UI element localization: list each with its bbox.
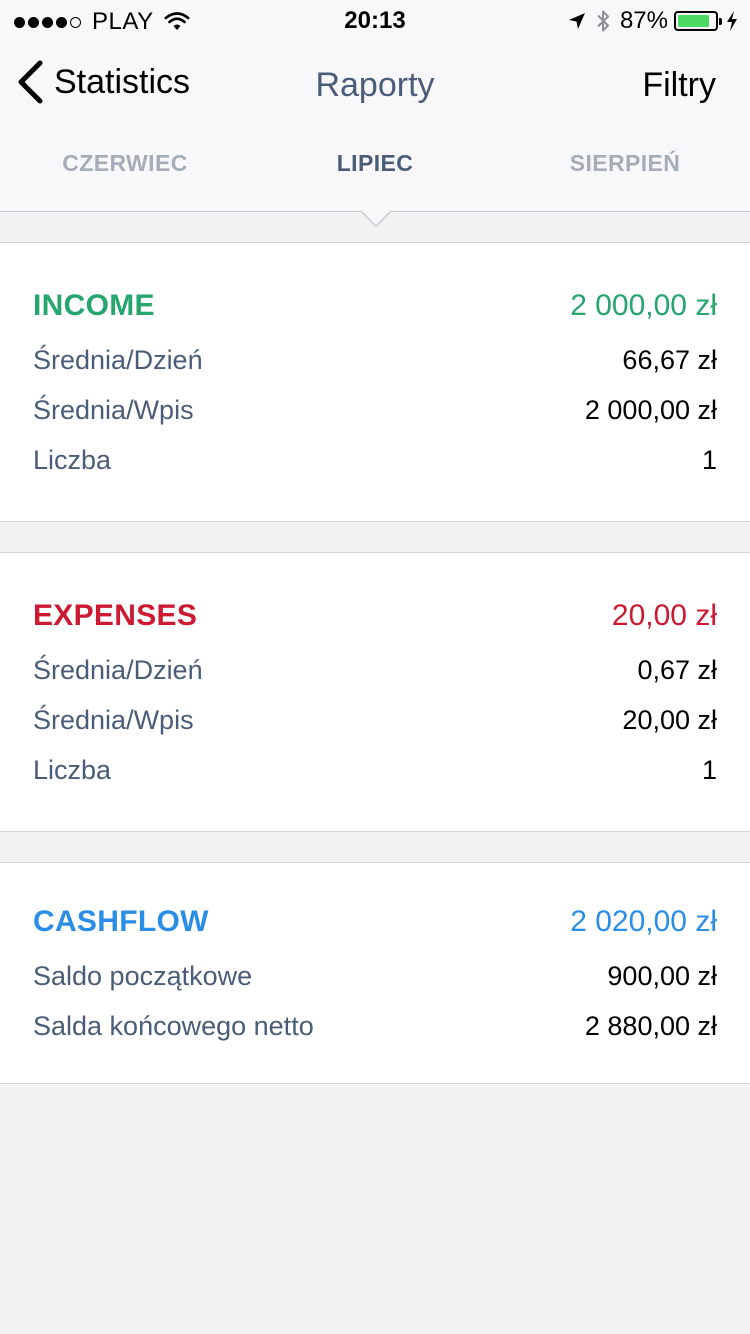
- cashflow-card: CASHFLOW 2 020,00 zł Saldo początkowe 90…: [0, 862, 750, 1084]
- income-header: INCOME 2 000,00 zł: [33, 289, 717, 323]
- tab-previous-month[interactable]: CZERWIEC: [0, 150, 250, 177]
- cashflow-opening-balance-value: 900,00 zł: [607, 961, 717, 991]
- status-right: 87%: [568, 7, 738, 35]
- cashflow-closing-balance-label: Salda końcowego netto: [33, 1011, 314, 1041]
- income-count-label: Liczba: [33, 445, 112, 475]
- navigation-bar: Statistics Raporty Filtry: [0, 40, 750, 128]
- expenses-avg-day-label: Średnia/Dzień: [33, 655, 203, 685]
- page-title: Raporty: [315, 66, 435, 104]
- income-row: Średnia/Dzień 66,67 zł: [33, 345, 717, 376]
- income-total: 2 000,00 zł: [570, 289, 717, 322]
- cashflow-closing-balance-value: 2 880,00 zł: [584, 1011, 717, 1041]
- income-avg-day-value: 66,67 zł: [622, 345, 717, 375]
- income-row: Liczba 1: [33, 445, 717, 476]
- income-avg-day-label: Średnia/Dzień: [33, 345, 203, 375]
- expenses-card: EXPENSES 20,00 zł Średnia/Dzień 0,67 zł …: [0, 552, 750, 832]
- expenses-total: 20,00 zł: [611, 599, 717, 632]
- battery-icon: [674, 11, 722, 31]
- bluetooth-icon: [597, 10, 609, 32]
- status-bar: PLAY 20:13 87%: [0, 0, 750, 40]
- income-count-value: 1: [701, 445, 717, 475]
- header: PLAY 20:13 87% Statistics Raporty Filtry…: [0, 0, 750, 212]
- cashflow-row: Salda końcowego netto 2 880,00 zł: [33, 1011, 717, 1042]
- cashflow-opening-balance-label: Saldo początkowe: [33, 961, 253, 991]
- tab-current-month[interactable]: LIPIEC: [250, 150, 500, 177]
- expenses-count-value: 1: [701, 755, 717, 785]
- month-tabs: CZERWIEC LIPIEC SIERPIEŃ: [0, 150, 750, 194]
- income-row: Średnia/Wpis 2 000,00 zł: [33, 395, 717, 426]
- expenses-avg-day-value: 0,67 zł: [637, 655, 717, 685]
- income-avg-entry-label: Średnia/Wpis: [33, 395, 194, 425]
- income-card: INCOME 2 000,00 zł Średnia/Dzień 66,67 z…: [0, 242, 750, 522]
- tab-next-month[interactable]: SIERPIEŃ: [500, 150, 750, 177]
- expenses-title: EXPENSES: [33, 599, 198, 632]
- location-arrow-icon: [568, 13, 585, 29]
- selected-tab-pointer: [362, 202, 390, 228]
- expenses-avg-entry-label: Średnia/Wpis: [33, 705, 194, 735]
- cashflow-title: CASHFLOW: [33, 905, 209, 938]
- income-title: INCOME: [33, 289, 155, 322]
- expenses-avg-entry-value: 20,00 zł: [622, 705, 717, 735]
- cashflow-total: 2 020,00 zł: [570, 905, 717, 938]
- expenses-header: EXPENSES 20,00 zł: [33, 599, 717, 633]
- expenses-row: Średnia/Dzień 0,67 zł: [33, 655, 717, 686]
- charging-bolt-icon: [727, 11, 737, 31]
- battery-percent: 87%: [619, 7, 668, 34]
- cashflow-row: Saldo początkowe 900,00 zł: [33, 961, 717, 992]
- expenses-row: Średnia/Wpis 20,00 zł: [33, 705, 717, 736]
- battery-level: [678, 15, 710, 27]
- income-avg-entry-value: 2 000,00 zł: [584, 395, 717, 425]
- expenses-row: Liczba 1: [33, 755, 717, 786]
- filters-button[interactable]: Filtry: [642, 66, 716, 105]
- cashflow-header: CASHFLOW 2 020,00 zł: [33, 905, 717, 939]
- expenses-count-label: Liczba: [33, 755, 112, 785]
